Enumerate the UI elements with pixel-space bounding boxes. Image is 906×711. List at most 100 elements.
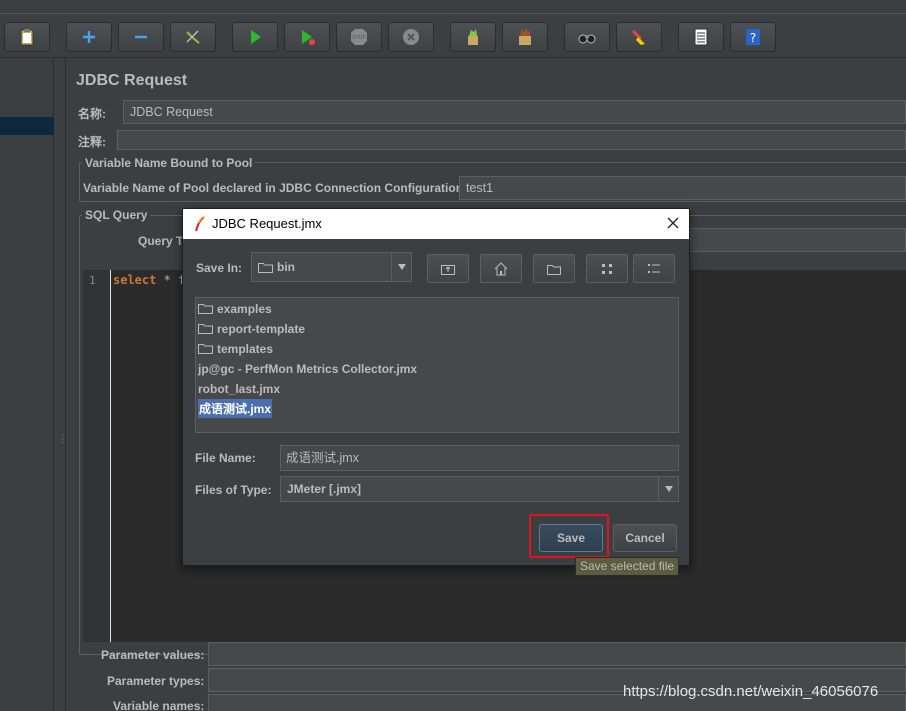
save-tooltip: Save selected file [575,557,680,576]
list-item[interactable]: robot_last.jmx [198,379,280,398]
save-dialog: JDBC Request.jmx Save In: bin examples r… [182,208,690,566]
file-type-combo[interactable]: JMeter [.jmx] [280,476,679,502]
folder-icon [258,262,273,273]
up-folder-icon [441,264,455,275]
param-values-label: Parameter values: [101,648,205,662]
name-field[interactable]: JDBC Request [123,100,906,124]
search-button[interactable] [564,22,610,52]
line-number: 1 [89,274,96,287]
list-view-button[interactable] [586,254,628,283]
details-view-icon [648,263,660,273]
sql-code: select * f [113,273,185,287]
pool-group-title: Variable Name Bound to Pool [82,156,256,170]
dialog-title: JDBC Request.jmx [212,216,322,231]
splitter[interactable]: ⋮ [54,58,68,711]
clear-button[interactable] [450,22,496,52]
file-name-input[interactable]: 成语测试.jmx [280,445,679,471]
file-name: templates [217,341,274,356]
file-name: jp@gc - PerfMon Metrics Collector.jmx [198,361,418,376]
variable-names-label: Variable names: [113,699,205,711]
query-type-combo[interactable] [686,228,906,252]
dialog-titlebar[interactable]: JDBC Request.jmx [183,209,689,239]
new-folder-icon [547,264,561,275]
list-item[interactable]: examples [198,299,272,318]
help-button[interactable]: ? [730,22,776,52]
add-icon [83,31,95,43]
home-button[interactable] [480,254,522,283]
save-in-value: bin [258,253,295,281]
save-in-label: Save In: [196,261,243,275]
file-name: robot_last.jmx [198,381,281,396]
paste-button[interactable] [4,22,50,52]
home-icon [494,261,508,275]
param-types-label: Parameter types: [107,674,205,688]
pool-field[interactable]: test1 [459,176,906,200]
list-item[interactable]: templates [198,339,273,358]
cancel-button[interactable]: Cancel [613,524,677,552]
editor-gutter [83,270,111,642]
clear-all-icon [519,28,531,45]
comment-label: 注释: [78,135,106,149]
file-type-text: JMeter [.jmx] [287,482,362,496]
up-one-level-button[interactable] [427,254,469,283]
svg-text:STOP: STOP [352,35,365,41]
file-name: report-template [217,321,306,336]
chevron-down-icon[interactable] [391,253,411,281]
clear-icon [468,29,478,45]
shutdown-icon [403,29,419,45]
name-label: 名称: [78,107,106,121]
details-view-button[interactable] [633,254,675,283]
query-type-label: Query T [138,234,184,248]
shutdown-button[interactable] [388,22,434,52]
comment-field[interactable] [117,130,906,150]
help-icon: ? [746,29,760,45]
stop-icon: STOP [351,29,367,45]
watermark: https://blog.csdn.net/weixin_46056076 [623,683,879,700]
paste-icon [20,29,34,46]
remove-button[interactable] [118,22,164,52]
close-icon[interactable] [665,215,681,231]
tree-selected-node[interactable] [0,117,54,135]
list-view-icon [602,263,612,274]
save-button[interactable]: Save [539,524,603,552]
toggle-button[interactable] [170,22,216,52]
toggle-icon [186,30,200,44]
folder-icon [198,304,213,314]
file-name: 成语测试.jmx [199,402,272,416]
reset-search-icon [631,29,645,45]
file-type-label: Files of Type: [195,483,272,497]
file-name: examples [217,301,272,316]
stop-button[interactable]: STOP [336,22,382,52]
save-in-text: bin [277,260,295,274]
list-item[interactable]: jp@gc - PerfMon Metrics Collector.jmx [198,359,417,378]
file-type-value: JMeter [.jmx] [287,477,361,501]
folder-icon [198,324,213,334]
remove-icon [135,35,147,39]
list-item[interactable]: report-template [198,319,305,338]
chevron-down-icon[interactable] [658,477,678,501]
param-values-field[interactable] [208,642,906,666]
sql-keyword: select [113,273,157,287]
list-item-selected[interactable]: 成语测试.jmx [198,399,273,418]
function-helper-icon [694,28,708,46]
add-button[interactable] [66,22,112,52]
clear-all-button[interactable] [502,22,548,52]
function-helper-button[interactable] [678,22,724,52]
sql-group-title: SQL Query [82,208,151,222]
toolbar: STOP ? [0,0,906,58]
test-plan-tree[interactable] [0,58,54,711]
sql-code-rest: * f [156,273,186,287]
pool-label: Variable Name of Pool declared in JDBC C… [83,181,468,195]
save-in-combo[interactable]: bin [251,252,412,282]
svg-text:?: ? [750,31,756,45]
start-button[interactable] [232,22,278,52]
feather-icon [195,216,205,232]
start-no-pauses-icon [302,30,315,45]
new-folder-button[interactable] [533,254,575,283]
page-title: JDBC Request [76,72,188,89]
search-icon [578,34,596,44]
folder-icon [198,344,213,354]
reset-search-button[interactable] [616,22,662,52]
start-no-pauses-button[interactable] [284,22,330,52]
file-list[interactable]: examples report-template templates jp@gc… [195,297,679,433]
